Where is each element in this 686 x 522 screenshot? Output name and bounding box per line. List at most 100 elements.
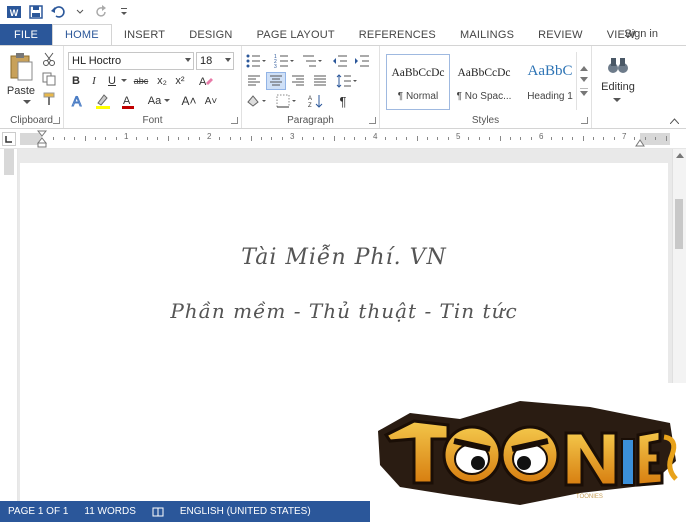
ruler-tick [240, 137, 242, 140]
scroll-up-icon[interactable] [675, 151, 685, 159]
underline-dropdown-icon[interactable] [120, 72, 128, 90]
tab-selector-icon[interactable] [2, 132, 16, 146]
ruler-tick [551, 137, 553, 140]
customize-qat-icon[interactable] [114, 2, 134, 22]
show-formatting-button[interactable]: ¶ [334, 92, 352, 110]
undo-icon[interactable] [48, 2, 68, 22]
shrink-font-button[interactable]: A˅ [202, 92, 220, 110]
ruler-tick [364, 137, 366, 140]
ruler-tick [84, 136, 86, 141]
clipboard-launcher-icon[interactable] [53, 117, 60, 124]
language-status[interactable]: ENGLISH (UNITED STATES) [172, 506, 319, 517]
superscript-button[interactable]: x² [172, 72, 188, 90]
document-line-1[interactable]: Tài Miễn Phí. VN [20, 245, 668, 270]
font-launcher-icon[interactable] [231, 117, 238, 124]
ruler-tick [74, 137, 76, 140]
paste-dropdown-icon[interactable] [22, 98, 32, 106]
justify-icon[interactable] [310, 72, 330, 90]
change-case-button[interactable]: Aa [144, 92, 174, 110]
collapse-ribbon-icon[interactable] [668, 116, 680, 126]
ruler-tick [188, 137, 190, 140]
proofing-status[interactable] [144, 507, 172, 517]
indent-markers-icon[interactable] [37, 130, 47, 148]
sort-icon[interactable]: AZ [306, 92, 326, 110]
ruler-tick [157, 137, 159, 140]
align-right-icon[interactable] [288, 72, 308, 90]
ruler-tick [177, 137, 179, 140]
tab-references[interactable]: REFERENCES [347, 24, 448, 46]
clear-formatting-icon[interactable]: A [196, 72, 214, 90]
undo-dropdown-icon[interactable] [70, 2, 90, 22]
tab-design[interactable]: DESIGN [177, 24, 244, 46]
font-size-combo[interactable]: 18 [196, 52, 234, 70]
align-left-icon[interactable] [244, 72, 264, 90]
bold-button[interactable]: B [68, 72, 84, 90]
font-name-dropdown-icon[interactable] [185, 58, 191, 62]
copy-icon[interactable] [40, 70, 58, 88]
tab-page-layout[interactable]: PAGE LAYOUT [245, 24, 347, 46]
svg-text:A: A [123, 95, 131, 107]
tab-file[interactable]: FILE [0, 24, 53, 46]
tab-insert[interactable]: INSERT [112, 24, 177, 46]
ruler-number: 1 [124, 132, 129, 141]
word-count[interactable]: 11 WORDS [76, 506, 144, 517]
cut-icon[interactable] [40, 50, 58, 68]
ruler-tick [343, 137, 345, 140]
tab-mailings[interactable]: MAILINGS [448, 24, 526, 46]
format-painter-icon[interactable] [40, 90, 58, 108]
document-line-2[interactable]: Phần mềm - Thủ thuật - Tin tức [20, 299, 668, 323]
right-indent-marker-icon[interactable] [635, 137, 645, 147]
styles-launcher-icon[interactable] [581, 117, 588, 124]
italic-button[interactable]: I [86, 72, 102, 90]
borders-icon[interactable] [274, 92, 300, 110]
paragraph-launcher-icon[interactable] [369, 117, 376, 124]
grow-font-button[interactable]: A˄ [180, 92, 198, 110]
font-size-dropdown-icon[interactable] [225, 58, 231, 62]
align-center-icon[interactable] [266, 72, 286, 90]
bullets-icon[interactable] [244, 52, 270, 70]
scrollbar-thumb[interactable] [675, 199, 683, 249]
numbering-icon[interactable]: 123 [272, 52, 298, 70]
decrease-indent-icon[interactable] [330, 52, 350, 70]
save-icon[interactable] [26, 2, 46, 22]
editing-button[interactable]: Editing [596, 80, 640, 94]
styles-up-icon [579, 66, 588, 71]
page-count[interactable]: PAGE 1 OF 1 [0, 506, 76, 517]
multilevel-list-icon[interactable] [300, 52, 326, 70]
underline-button[interactable]: U [104, 72, 120, 90]
ribbon: Paste Clipboard HL Hoctro 18 B I U abc x… [0, 45, 686, 129]
ruler-tick [167, 136, 169, 141]
ruler-tick [105, 137, 107, 140]
font-name-combo[interactable]: HL Hoctro [68, 52, 194, 70]
vertical-ruler[interactable] [0, 149, 18, 501]
redo-icon[interactable] [92, 2, 112, 22]
ruler-tick [229, 137, 231, 140]
text-effects-icon[interactable]: A [68, 92, 88, 110]
paste-button[interactable]: Paste [4, 84, 38, 98]
ruler-tick [416, 136, 418, 141]
style-heading-1-sample: AaBbC [527, 63, 573, 79]
style-no-spacing[interactable]: AaBbCcDc ¶ No Spac... [452, 54, 516, 110]
font-color-icon[interactable]: A [118, 92, 138, 110]
shading-icon[interactable] [244, 92, 270, 110]
increase-indent-icon[interactable] [352, 52, 372, 70]
paste-icon[interactable] [6, 52, 36, 82]
ruler-tick [302, 137, 304, 140]
sign-in-link[interactable]: Sign in [624, 28, 658, 40]
find-binoculars-icon[interactable] [604, 52, 632, 78]
styles-scroll[interactable] [576, 52, 590, 110]
ruler-tick [509, 137, 511, 140]
horizontal-ruler[interactable]: 1 2 3 4 5 6 7 [0, 129, 686, 149]
tab-home[interactable]: HOME [52, 24, 112, 46]
ruler-tick [603, 137, 605, 140]
subscript-button[interactable]: x₂ [154, 72, 170, 90]
font-group: HL Hoctro 18 B I U abc x₂ x² A A A Aa A˄… [64, 46, 242, 128]
style-normal[interactable]: AaBbCcDc ¶ Normal [386, 54, 450, 110]
highlight-color-icon[interactable] [92, 92, 114, 110]
style-heading-1[interactable]: AaBbC Heading 1 [518, 54, 582, 110]
tab-review[interactable]: REVIEW [526, 24, 595, 46]
strikethrough-button[interactable]: abc [130, 72, 152, 90]
ruler-tick [426, 137, 428, 140]
editing-dropdown-icon[interactable] [612, 96, 622, 104]
line-spacing-icon[interactable] [334, 72, 360, 90]
